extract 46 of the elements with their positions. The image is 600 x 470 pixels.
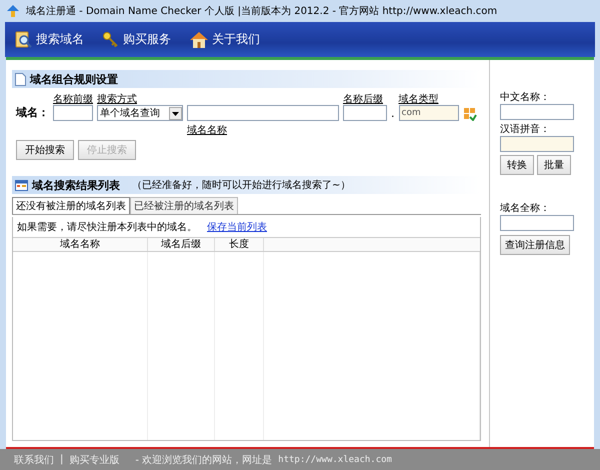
chinese-name-field[interactable] [500,104,574,120]
toolbar-button[interactable]: 购买服务 [100,28,173,50]
full-domain-label: 域名全称： [500,202,550,215]
search-mode-label: 搜索方式 [97,92,138,105]
domain-label: 域名： [16,105,49,121]
pinyin-field[interactable] [500,136,574,152]
pinyin-label: 汉语拼音： [500,122,550,136]
chinese-name-label: 中文名称： [500,90,550,104]
section-title: 域名组合规则设置 [30,72,118,86]
status-note: （已经准备好，随时可以开始进行域名搜索了~） [132,178,350,192]
column-header[interactable]: 长度 [215,238,264,251]
search-icon [15,30,33,48]
prefix-label: 名称前缀 [53,93,93,105]
website-url: http://www.xleach.com [278,454,392,464]
side-button[interactable]: 批量 [537,155,571,175]
save-list-link[interactable]: 保存当前列表 [207,220,267,234]
toolbar-button[interactable]: 搜索域名 [13,28,86,50]
column-header[interactable]: 域名名称 [13,238,148,251]
section-title: 域名搜索结果列表 [32,178,120,192]
query-button[interactable]: 查询注册信息 [500,235,570,255]
prefix-field[interactable] [53,105,93,121]
hint-text: 如果需要，请尽快注册本列表中的域名。 [17,220,197,234]
window-title: 域名注册通 - Domain Name Checker 个人版 |当前版本为 2012.2 - 官方网站 http://www.xleach.com [26,4,498,18]
document-icon [15,72,26,86]
search-mode-dropdown[interactable]: 单个域名查询 [97,105,183,121]
side-button[interactable]: 转换 [500,155,534,175]
domain-name-field[interactable] [187,105,339,121]
separator-text: | [60,454,64,465]
full-domain-field[interactable] [500,215,574,231]
tab[interactable]: 还没有被注册的域名列表 [12,197,130,214]
suffix-field[interactable] [343,105,387,121]
house-icon [189,30,209,48]
key-icon [102,30,120,48]
suffix-label: 名称后缀 [343,92,384,105]
app-icon [6,4,20,18]
column-header[interactable]: 域名后缀 [148,238,215,251]
tab[interactable]: 已经被注册的域名列表 [130,197,238,214]
table-icon [15,180,28,190]
caret-icon [169,106,182,120]
domain-type-field[interactable]: com [398,105,458,121]
welcome-text: - 欢迎浏览我们的网站，网址是 [135,454,272,466]
domain-name-label: 域名名称 [187,124,228,136]
domain-type-label: 域名类型 [398,92,440,105]
dot-text: . [391,106,394,121]
toolbar-button[interactable]: 关于我们 [187,28,262,50]
search-button[interactable]: 开始搜索 [16,140,74,160]
